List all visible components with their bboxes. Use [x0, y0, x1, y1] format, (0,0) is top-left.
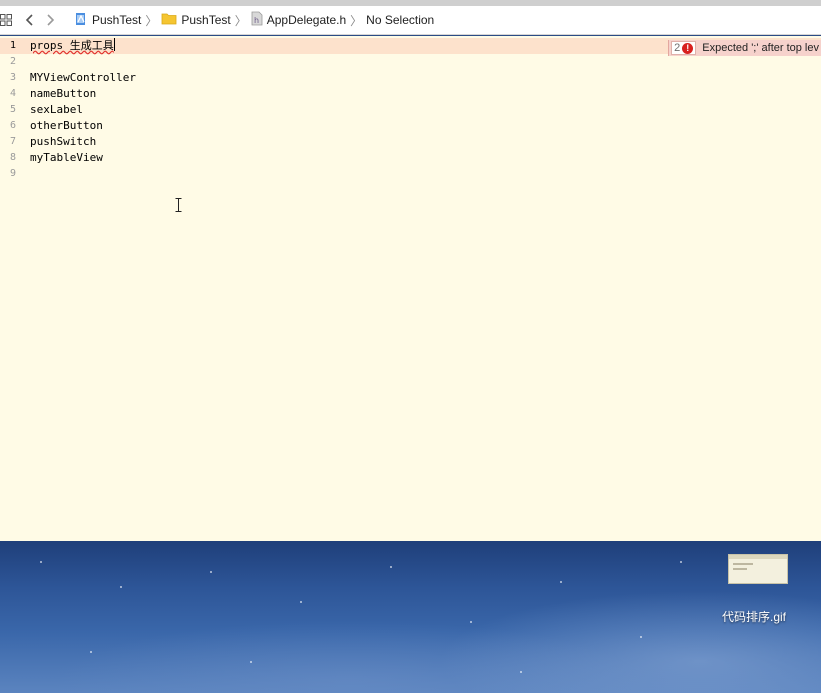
wallpaper-star [520, 671, 522, 673]
thumbnail-bar [729, 555, 787, 559]
breadcrumb-project[interactable]: PushTest [74, 12, 141, 29]
svg-text:h: h [254, 16, 259, 25]
code-text: sexLabel [30, 103, 83, 116]
code-text: props 生成工具 [30, 38, 115, 54]
code-line: 8 myTableView [0, 150, 821, 166]
line-number: 7 [9, 136, 16, 147]
wallpaper-star [250, 661, 252, 663]
related-items-grid-icon[interactable] [0, 14, 12, 26]
code-line: 5 sexLabel [0, 102, 821, 118]
code-line: 3 MYViewController [0, 70, 821, 86]
line-number: 1 [9, 40, 16, 51]
breadcrumb-label: PushTest [92, 13, 142, 27]
thumbnail-line [733, 563, 753, 565]
wallpaper-star [390, 566, 392, 568]
wallpaper-star [640, 636, 642, 638]
code-text: myTableView [30, 151, 103, 164]
line-number: 3 [9, 72, 16, 83]
source-editor[interactable]: 1 props 生成工具 2 ! Expected ';' after top … [0, 36, 821, 541]
project-icon [74, 12, 88, 29]
breadcrumb-file[interactable]: h AppDelegate.h [251, 11, 346, 29]
folder-icon [161, 12, 177, 28]
code-text: pushSwitch [30, 135, 97, 148]
wallpaper-star [300, 601, 302, 603]
code-text: otherButton [30, 119, 103, 132]
wallpaper-star [120, 586, 122, 588]
forward-arrow-icon[interactable] [40, 10, 60, 30]
breadcrumb-group[interactable]: PushTest [161, 12, 231, 28]
code-line: 1 props 生成工具 2 ! Expected ';' after top … [0, 38, 821, 56]
wallpaper-star [40, 561, 42, 563]
code-text-content: props 生成工具 [30, 39, 114, 52]
wallpaper-star [470, 621, 472, 623]
code-line: 7 pushSwitch [0, 134, 821, 150]
jump-bar: PushTest 〉 PushTest 〉 h AppDelegate.h 〉 … [0, 6, 821, 35]
line-number: 4 [9, 88, 16, 99]
breadcrumb-label: AppDelegate.h [266, 13, 347, 27]
error-count: 2 [674, 42, 681, 54]
breadcrumb-label: PushTest [181, 13, 231, 27]
ibeam-cursor-icon [175, 198, 182, 215]
breadcrumb-separator-icon: 〉 [145, 13, 158, 28]
wallpaper-star [90, 651, 92, 653]
code-text: MYViewController [30, 71, 136, 84]
line-number: 8 [9, 152, 16, 163]
code-line: 9 [0, 166, 821, 182]
code-line: 2 [0, 54, 821, 70]
breadcrumb-separator-icon: 〉 [350, 13, 363, 28]
breadcrumb-separator-icon: 〉 [234, 13, 247, 28]
gif-file-thumbnail-icon[interactable] [728, 554, 788, 584]
breadcrumb-label: No Selection [366, 13, 435, 27]
line-number: 6 [9, 120, 16, 131]
wallpaper-star [680, 561, 682, 563]
line-number: 9 [9, 168, 16, 179]
code-line: 4 nameButton [0, 86, 821, 102]
error-count-badge: 2 ! [671, 41, 697, 55]
header-file-icon: h [251, 11, 263, 29]
error-message: Expected ';' after top lev [702, 42, 819, 54]
wallpaper-star [560, 581, 562, 583]
code-text: nameButton [30, 87, 97, 100]
wallpaper-star [210, 571, 212, 573]
desktop-wallpaper: 代码排序.gif [0, 541, 821, 693]
error-icon: ! [682, 42, 694, 54]
code-line: 6 otherButton [0, 118, 821, 134]
thumbnail-line [733, 568, 747, 570]
line-number: 2 [9, 56, 16, 67]
text-caret [113, 38, 115, 51]
breadcrumb-symbol[interactable]: No Selection [366, 13, 434, 27]
desktop-file-name[interactable]: 代码排序.gif [722, 608, 786, 625]
back-arrow-icon[interactable] [20, 10, 40, 30]
line-number: 5 [9, 104, 16, 115]
